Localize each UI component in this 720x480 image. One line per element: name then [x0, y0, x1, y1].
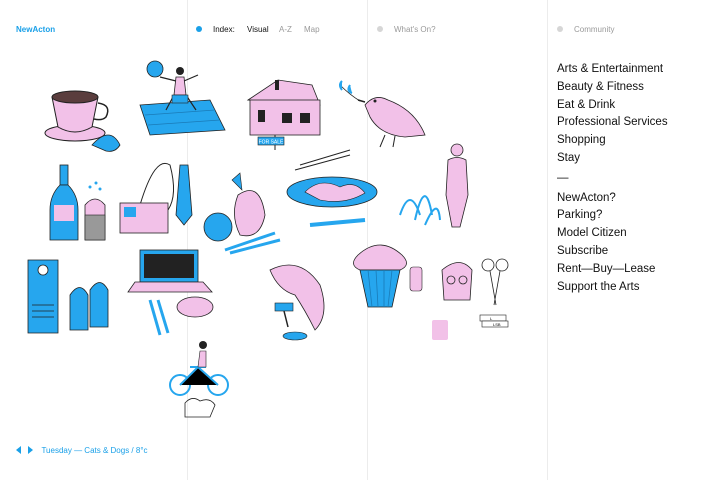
- book-label: LSB: [493, 322, 501, 327]
- menu-item-professional-services[interactable]: Professional Services: [557, 114, 717, 132]
- chevron-right-icon[interactable]: [27, 446, 34, 455]
- brand-logo-link[interactable]: NewActon: [16, 25, 55, 34]
- tab-visual[interactable]: Visual: [247, 25, 269, 34]
- yoga-mat-illustration[interactable]: [139, 60, 226, 136]
- fruit-illustration[interactable]: [203, 172, 281, 255]
- community-dot: [557, 26, 563, 32]
- tab-map[interactable]: Map: [304, 25, 320, 34]
- laptop-illustration[interactable]: [127, 249, 214, 336]
- platter-illustration[interactable]: [286, 149, 378, 227]
- tab-a-z[interactable]: A-Z: [279, 25, 292, 34]
- index-label: Index:: [213, 25, 235, 34]
- for-sale-sign-text: FOR SALE: [259, 140, 284, 146]
- bicycle-illustration[interactable]: [169, 341, 229, 418]
- footer-bar: Tuesday — Cats & Dogs / 8°c: [16, 446, 148, 455]
- nav-community[interactable]: Community: [574, 25, 614, 34]
- shaker-illustration[interactable]: [84, 181, 106, 241]
- visual-index-illustrations: FOR SALE L LSB: [27, 60, 509, 418]
- scarf-hammer-illustration[interactable]: [269, 264, 325, 341]
- face-scissors-illustration[interactable]: L LSB: [432, 258, 509, 340]
- menu-item-newacton[interactable]: NewActon?: [557, 190, 717, 208]
- menu-item-rent-buy-lease[interactable]: Rent—Buy—Lease: [557, 261, 717, 279]
- menu-item-parking[interactable]: Parking?: [557, 207, 717, 225]
- menu-item-arts-entertainment[interactable]: Arts & Entertainment: [557, 61, 717, 79]
- chevron-left-icon[interactable]: [16, 446, 22, 455]
- figure-reeds-illustration[interactable]: [399, 143, 469, 228]
- menu-item-subscribe[interactable]: Subscribe: [557, 243, 717, 261]
- column-divider: [547, 0, 548, 480]
- nav-whats-on[interactable]: What's On?: [394, 25, 436, 34]
- bird-illustration[interactable]: [339, 80, 426, 148]
- menu-separator: —: [557, 171, 569, 184]
- whats-on-dot: [377, 26, 383, 32]
- index-active-dot: [196, 26, 202, 32]
- house-for-sale-illustration[interactable]: FOR SALE: [246, 79, 321, 150]
- door-hanger-slippers-illustration[interactable]: [27, 259, 109, 334]
- top-navigation: NewActon Index: Visual A-Z Map What's On…: [0, 25, 720, 37]
- menu-item-beauty-fitness[interactable]: Beauty & Fitness: [557, 79, 717, 97]
- menu-item-support-the-arts[interactable]: Support the Arts: [557, 279, 717, 297]
- menu-item-stay[interactable]: Stay: [557, 150, 717, 168]
- footer-status-text: Tuesday — Cats & Dogs / 8°c: [41, 446, 148, 455]
- teacup-illustration[interactable]: [44, 90, 121, 152]
- lanyard-tie-illustration[interactable]: [119, 162, 193, 234]
- cupcake-illustration[interactable]: [353, 244, 423, 308]
- wine-bottle-illustration[interactable]: [49, 164, 79, 241]
- menu-item-eat-drink[interactable]: Eat & Drink: [557, 97, 717, 115]
- category-menu: Arts & Entertainment Beauty & Fitness Ea…: [557, 61, 717, 296]
- menu-item-model-citizen[interactable]: Model Citizen: [557, 225, 717, 243]
- menu-item-shopping[interactable]: Shopping: [557, 132, 717, 150]
